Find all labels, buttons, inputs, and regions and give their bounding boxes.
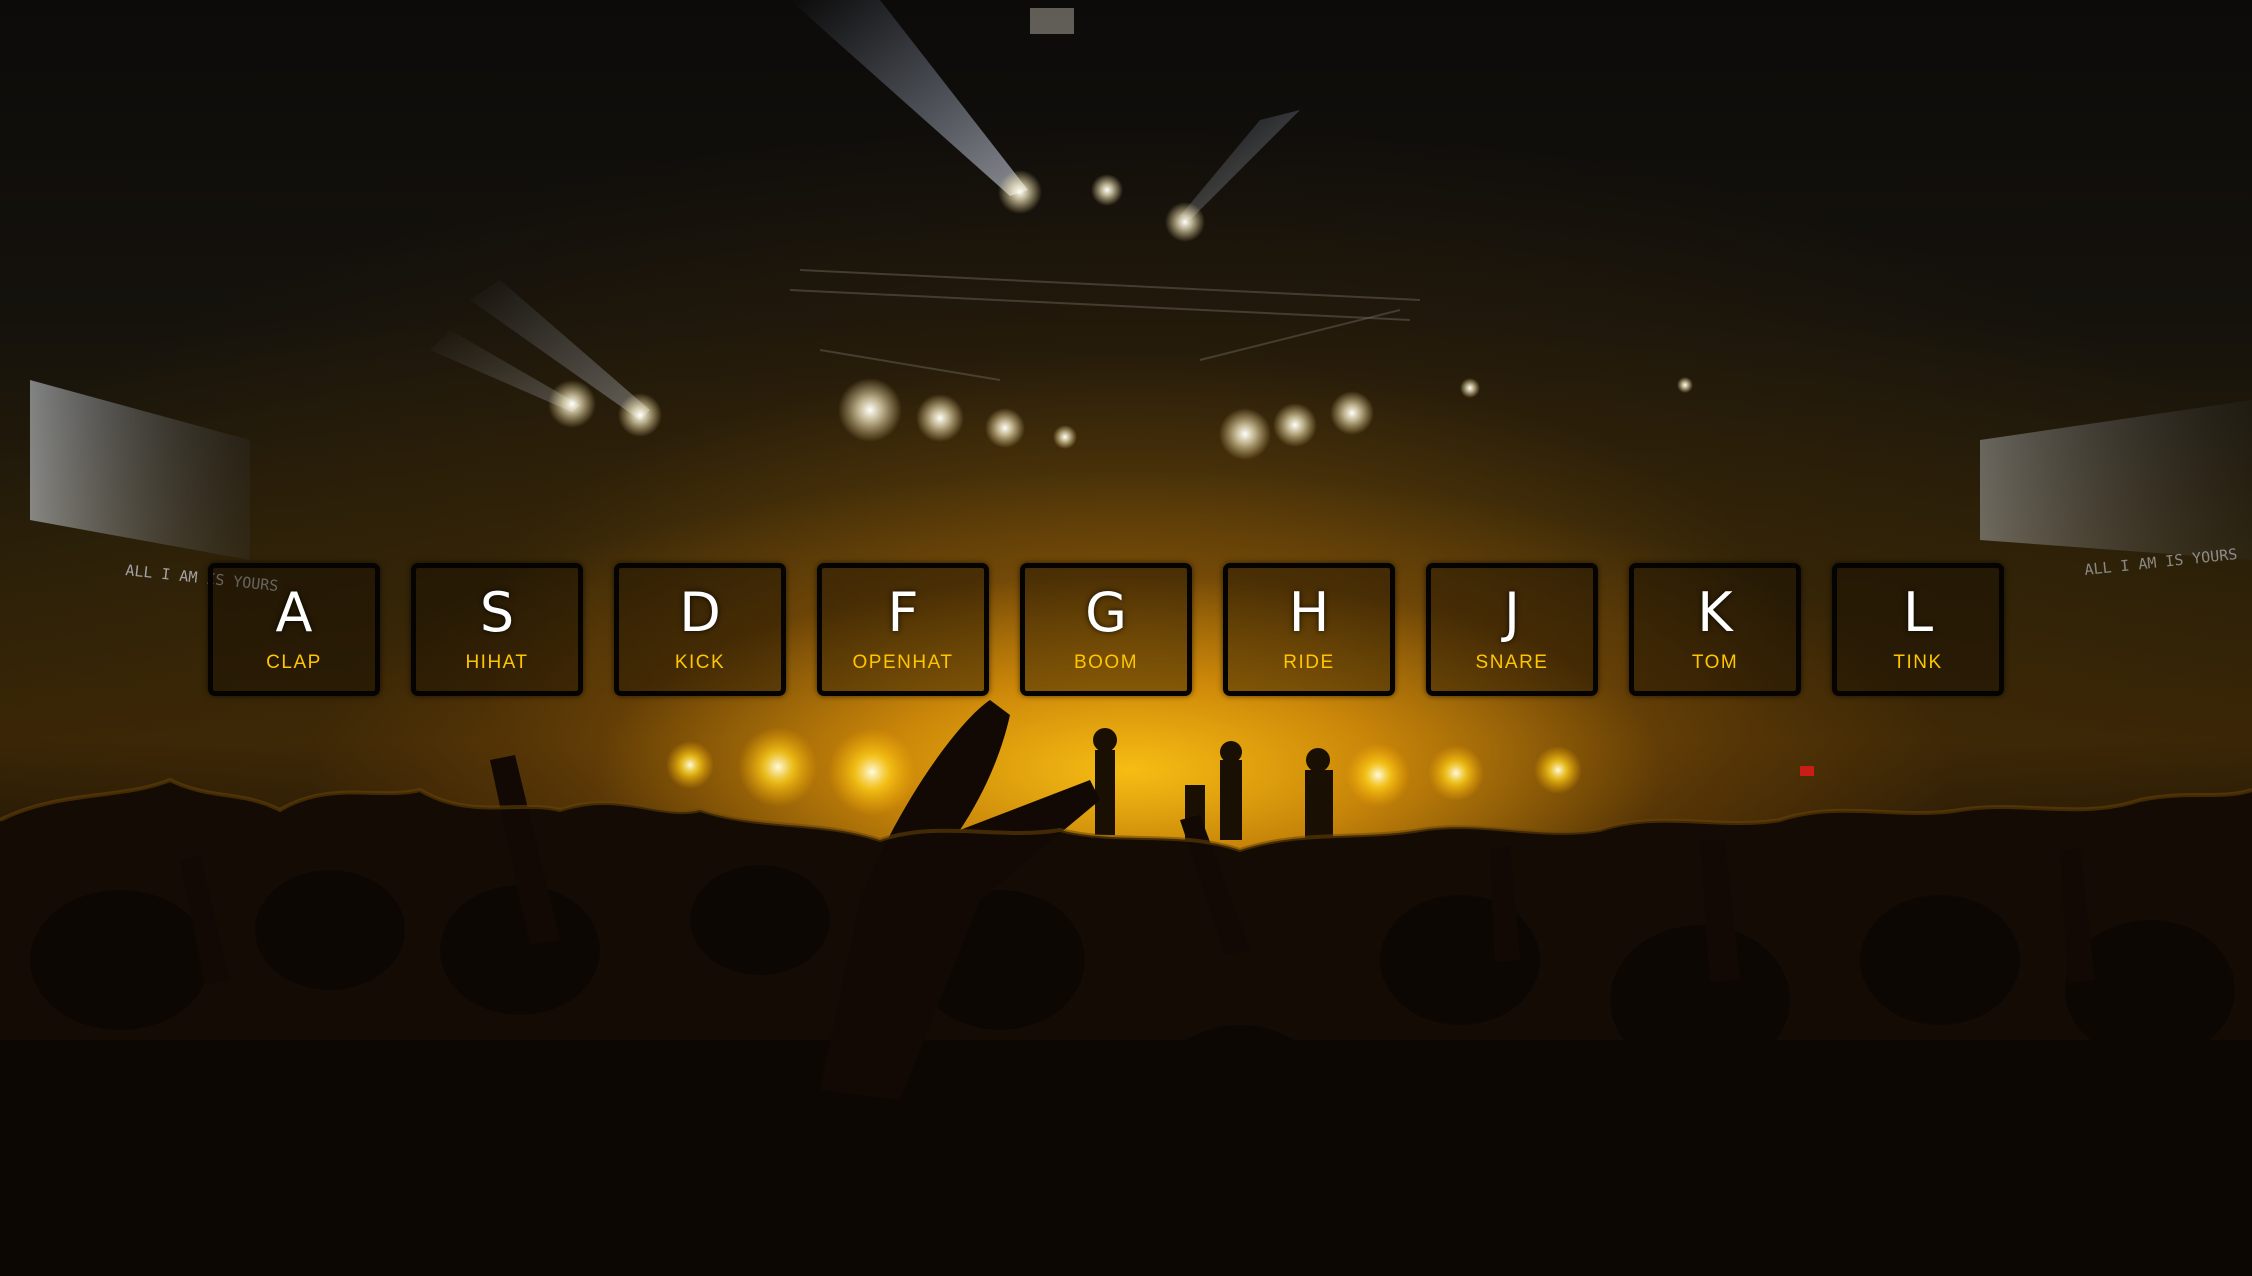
key-letter: D [679, 580, 721, 644]
key-letter: L [1902, 580, 1934, 644]
key-letter: J [1504, 580, 1520, 644]
key-sound-label: tink [1893, 651, 1943, 673]
drum-key-tink[interactable]: L tink [1832, 563, 2004, 696]
key-sound-label: clap [266, 651, 322, 673]
key-letter: A [275, 580, 313, 644]
drum-key-clap[interactable]: A clap [208, 563, 380, 696]
drum-key-snare[interactable]: J snare [1426, 563, 1598, 696]
key-sound-label: ride [1283, 651, 1335, 673]
key-sound-label: kick [674, 651, 726, 673]
key-letter: F [887, 580, 919, 644]
drum-key-boom[interactable]: G boom [1020, 563, 1192, 696]
key-letter: K [1697, 580, 1733, 644]
drum-key-ride[interactable]: H ride [1223, 563, 1395, 696]
key-sound-label: openhat [852, 651, 954, 673]
key-letter: H [1288, 580, 1330, 644]
key-letter: G [1085, 580, 1127, 644]
key-letter: S [479, 580, 515, 644]
key-sound-label: boom [1073, 651, 1139, 673]
drum-key-tom[interactable]: K tom [1629, 563, 1801, 696]
concert-background: ALL I AM IS YOURS ALL I AM IS YOURS A CL… [0, 0, 2252, 1276]
drum-key-kick[interactable]: D kick [614, 563, 786, 696]
drum-kit-keys: A clap S hihat D kick F openhat G boom H… [208, 563, 2004, 696]
drum-key-hihat[interactable]: S hihat [411, 563, 583, 696]
key-sound-label: hihat [465, 651, 529, 673]
key-sound-label: tom [1691, 651, 1739, 673]
drum-key-openhat[interactable]: F openhat [817, 563, 989, 696]
key-sound-label: snare [1475, 651, 1549, 673]
